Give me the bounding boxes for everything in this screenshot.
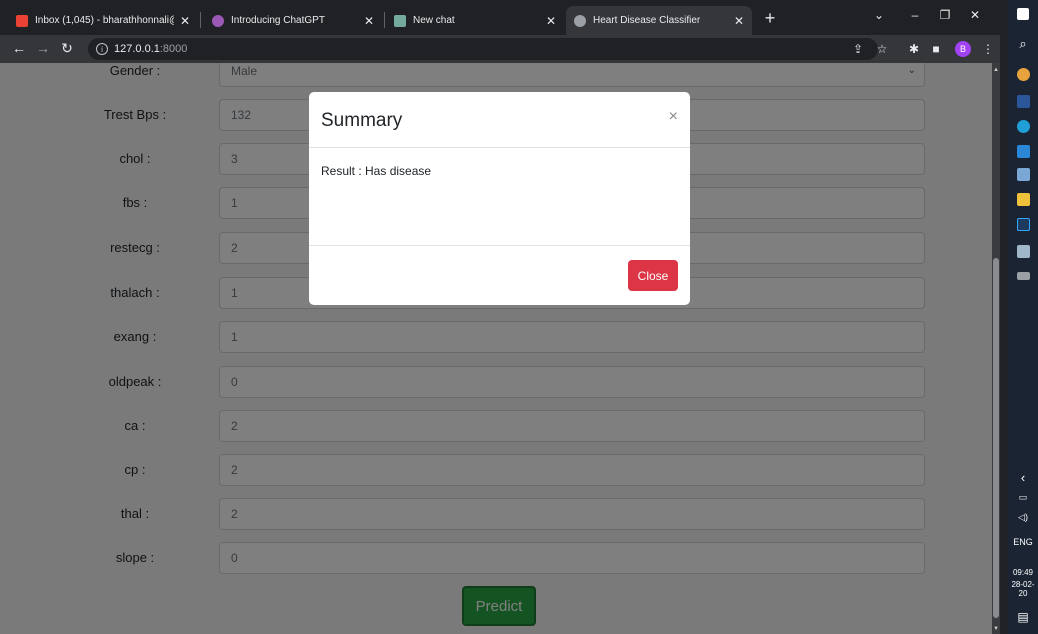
store-icon[interactable] <box>1017 168 1030 181</box>
close-button[interactable]: Close <box>628 260 678 291</box>
restore-icon[interactable]: ❐ <box>934 8 956 22</box>
premiere-icon[interactable] <box>1017 218 1030 231</box>
openai-icon <box>212 14 224 27</box>
tab-inbox[interactable]: Inbox (1,045) - bharathhonnali@ ✕ <box>8 6 198 35</box>
file-explorer-icon[interactable] <box>1017 193 1030 206</box>
globe-icon <box>574 14 586 27</box>
chrome-icon[interactable] <box>1017 68 1030 81</box>
back-icon[interactable]: ← <box>10 40 28 56</box>
summary-modal: Summary × Result : Has disease Close <box>309 92 690 305</box>
windows-start-icon[interactable] <box>1017 8 1029 20</box>
windows-taskbar: ⌕ ‹ ▭ ◁) ENG 09:49 28-02-20 ▤ <box>1008 0 1038 634</box>
battery-icon[interactable]: ▭ <box>1008 492 1038 503</box>
tab-separator <box>200 12 201 28</box>
mail-icon[interactable] <box>1017 145 1030 158</box>
modal-title: Summary <box>321 110 403 131</box>
scroll-down-icon[interactable]: ▼ <box>992 626 1000 632</box>
tab-title: Inbox (1,045) - bharathhonnali@ <box>35 15 174 26</box>
page-scrollbar[interactable]: ▲ ▼ <box>992 63 1000 634</box>
info-icon[interactable]: i <box>96 43 108 55</box>
volume-icon[interactable]: ◁) <box>1008 512 1038 523</box>
result-text: Result : Has disease <box>321 164 432 178</box>
clock-date[interactable]: 28-02-20 <box>1008 580 1038 598</box>
scroll-up-icon[interactable]: ▲ <box>992 67 1000 73</box>
side-panel-icon[interactable]: ■ <box>928 42 944 56</box>
tab-introducing-chatgpt[interactable]: Introducing ChatGPT ✕ <box>204 6 382 35</box>
tab-search-icon[interactable]: ⌄ <box>868 8 890 22</box>
tab-title: Heart Disease Classifier <box>593 15 701 26</box>
tab-strip: Inbox (1,045) - bharathhonnali@ ✕ Introd… <box>0 0 1008 35</box>
modal-header: Summary × <box>309 92 690 148</box>
menu-icon[interactable]: ⋮ <box>980 42 996 56</box>
tab-title: Introducing ChatGPT <box>231 15 325 26</box>
window-edge <box>1000 0 1008 634</box>
language-indicator[interactable]: ENG <box>1008 537 1038 547</box>
forward-icon[interactable]: → <box>34 40 52 56</box>
tab-title: New chat <box>413 15 455 26</box>
tab-close-icon[interactable]: ✕ <box>546 14 556 28</box>
address-bar[interactable]: i 127.0.0.1:8000 <box>88 38 878 60</box>
reload-icon[interactable]: ↻ <box>58 40 76 57</box>
bookmark-star-icon[interactable]: ☆ <box>874 42 890 56</box>
tab-close-icon[interactable]: ✕ <box>734 14 744 28</box>
modal-footer: Close <box>309 246 690 304</box>
tab-close-icon[interactable]: ✕ <box>364 14 374 28</box>
chatgpt-icon <box>394 14 406 27</box>
word-icon[interactable] <box>1017 95 1030 108</box>
share-icon[interactable]: ⇪ <box>850 42 866 56</box>
tab-close-icon[interactable]: ✕ <box>180 14 190 28</box>
url-host: 127.0.0.1 <box>114 43 160 55</box>
modal-body: Result : Has disease <box>309 148 690 246</box>
profile-avatar[interactable]: B <box>955 41 971 57</box>
tab-new-chat[interactable]: New chat ✕ <box>386 6 564 35</box>
url-port: :8000 <box>159 43 188 55</box>
extensions-icon[interactable]: ✱ <box>906 42 922 56</box>
scrollbar-thumb[interactable] <box>993 258 999 618</box>
close-icon[interactable]: × <box>669 108 678 126</box>
search-icon[interactable]: ⌕ <box>1008 36 1038 52</box>
browser-toolbar: ← → ↻ i 127.0.0.1:8000 ⇪ ☆ ✱ ■ B ⋮ <box>0 35 1008 63</box>
close-window-icon[interactable]: ✕ <box>964 8 986 22</box>
notepad-icon[interactable] <box>1017 245 1030 258</box>
notifications-icon[interactable]: ▤ <box>1008 610 1038 624</box>
clock-time[interactable]: 09:49 <box>1008 568 1038 577</box>
tab-separator <box>384 12 385 28</box>
minimize-icon[interactable]: – <box>904 8 926 22</box>
tab-heart-disease-classifier[interactable]: Heart Disease Classifier ✕ <box>566 6 752 35</box>
chevron-left-icon[interactable]: ‹ <box>1008 470 1038 485</box>
gmail-icon <box>16 14 28 27</box>
new-tab-button[interactable]: + <box>760 8 780 29</box>
edge-icon[interactable] <box>1017 120 1030 133</box>
app-icon[interactable] <box>1017 272 1030 280</box>
